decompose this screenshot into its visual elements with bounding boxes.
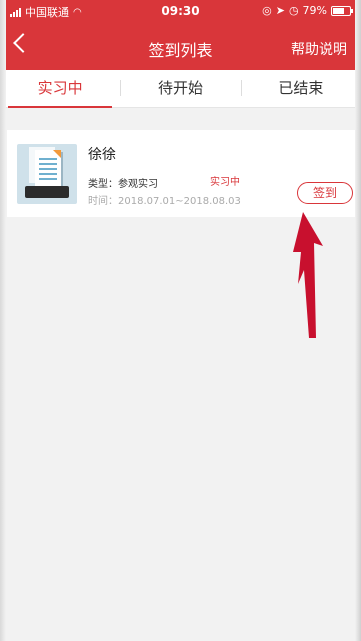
location-icon: ➤ [275, 4, 285, 17]
student-name: 徐徐 [88, 147, 116, 163]
battery-icon [331, 5, 353, 16]
internship-card[interactable]: 徐徐 类型：参观实习 实习中 时间：2018.07.01~2018.08.03 … [7, 130, 361, 217]
document-scan-icon [17, 144, 77, 204]
status-right: ◎ ➤ ◷ 79% [262, 4, 353, 17]
app-header: 中国联通 ◠ 09:30 ◎ ➤ ◷ 79% 签到列表 帮助说明 [0, 0, 361, 70]
app-screen: 中国联通 ◠ 09:30 ◎ ➤ ◷ 79% 签到列表 帮助说明 实习中 待开始… [0, 0, 361, 641]
alarm-icon: ◷ [288, 4, 299, 17]
pointer-arrow-icon [293, 212, 323, 338]
tab-bar: 实习中 待开始 已结束 [0, 70, 361, 108]
status-badge: 实习中 [210, 177, 240, 188]
sign-in-button[interactable]: 签到 [297, 182, 353, 204]
battery-percent: 79% [302, 4, 327, 17]
tab-in-progress[interactable]: 实习中 [0, 70, 120, 108]
nav-bar: 签到列表 帮助说明 [0, 28, 361, 68]
help-button[interactable]: 帮助说明 [291, 39, 347, 59]
bezel-right [355, 0, 361, 641]
lock-rotation-icon: ◎ [262, 4, 272, 17]
tab-finished[interactable]: 已结束 [240, 70, 361, 107]
tab-upcoming[interactable]: 待开始 [120, 70, 240, 107]
bezel-left [0, 0, 6, 641]
internship-period: 时间：2018.07.01~2018.08.03 [88, 196, 241, 207]
status-bar: 中国联通 ◠ 09:30 ◎ ➤ ◷ 79% [0, 0, 361, 20]
internship-type: 类型：参观实习 [88, 179, 158, 190]
